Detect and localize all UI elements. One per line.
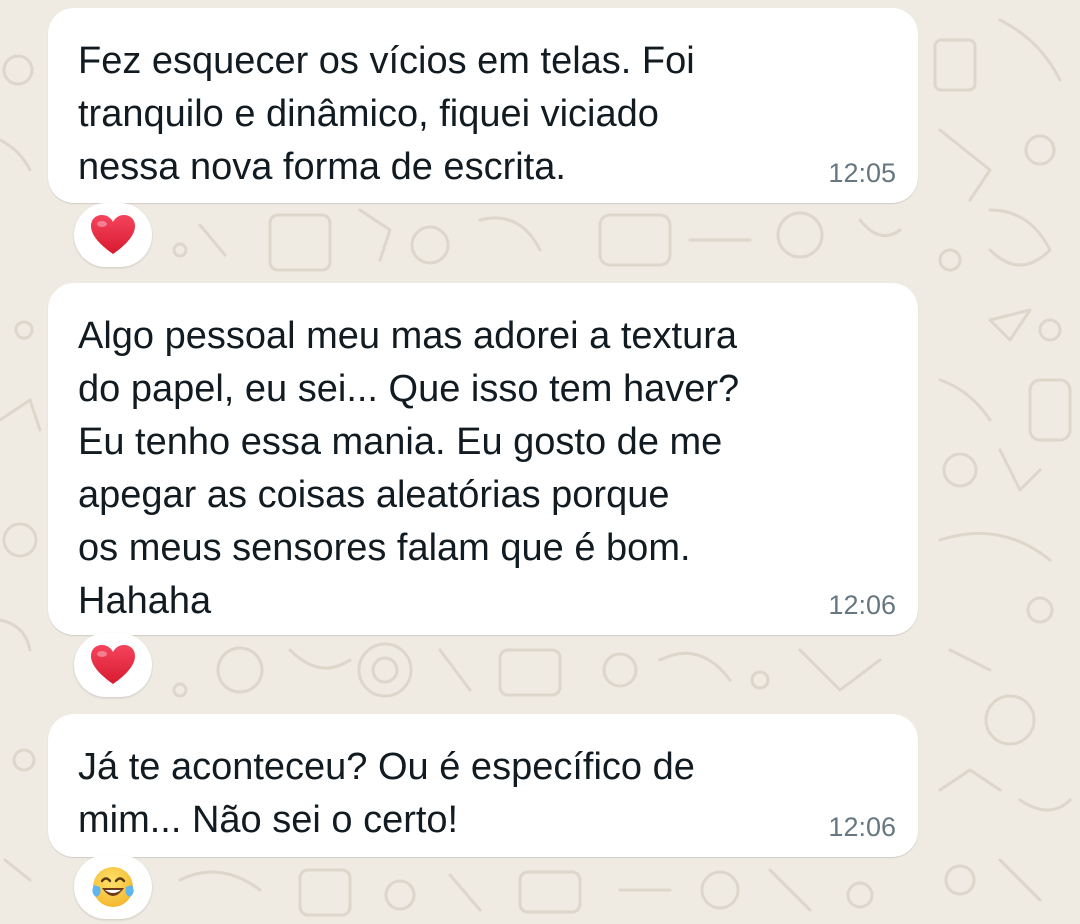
face-with-tears-of-joy-icon: [92, 867, 134, 907]
message-timestamp: 12:06: [828, 812, 896, 842]
message-bubble[interactable]: Fez esquecer os vícios em telas. Foi tra…: [48, 8, 918, 203]
message-bubble[interactable]: Algo pessoal meu mas adorei a textura do…: [48, 283, 918, 635]
message-reaction[interactable]: [74, 203, 152, 267]
message-reaction[interactable]: [74, 855, 152, 919]
message-timestamp: 12:05: [828, 158, 896, 188]
message-bubble[interactable]: Já te aconteceu? Ou é específico de mim.…: [48, 714, 918, 857]
message-text: Já te aconteceu? Ou é específico de mim.…: [78, 746, 695, 841]
message-text: Algo pessoal meu mas adorei a textura do…: [78, 315, 740, 622]
message-timestamp: 12:06: [828, 590, 896, 620]
heart-icon: [91, 215, 135, 254]
heart-icon: [91, 645, 135, 684]
message-text: Fez esquecer os vícios em telas. Foi tra…: [78, 40, 695, 188]
message-reaction[interactable]: [74, 633, 152, 697]
